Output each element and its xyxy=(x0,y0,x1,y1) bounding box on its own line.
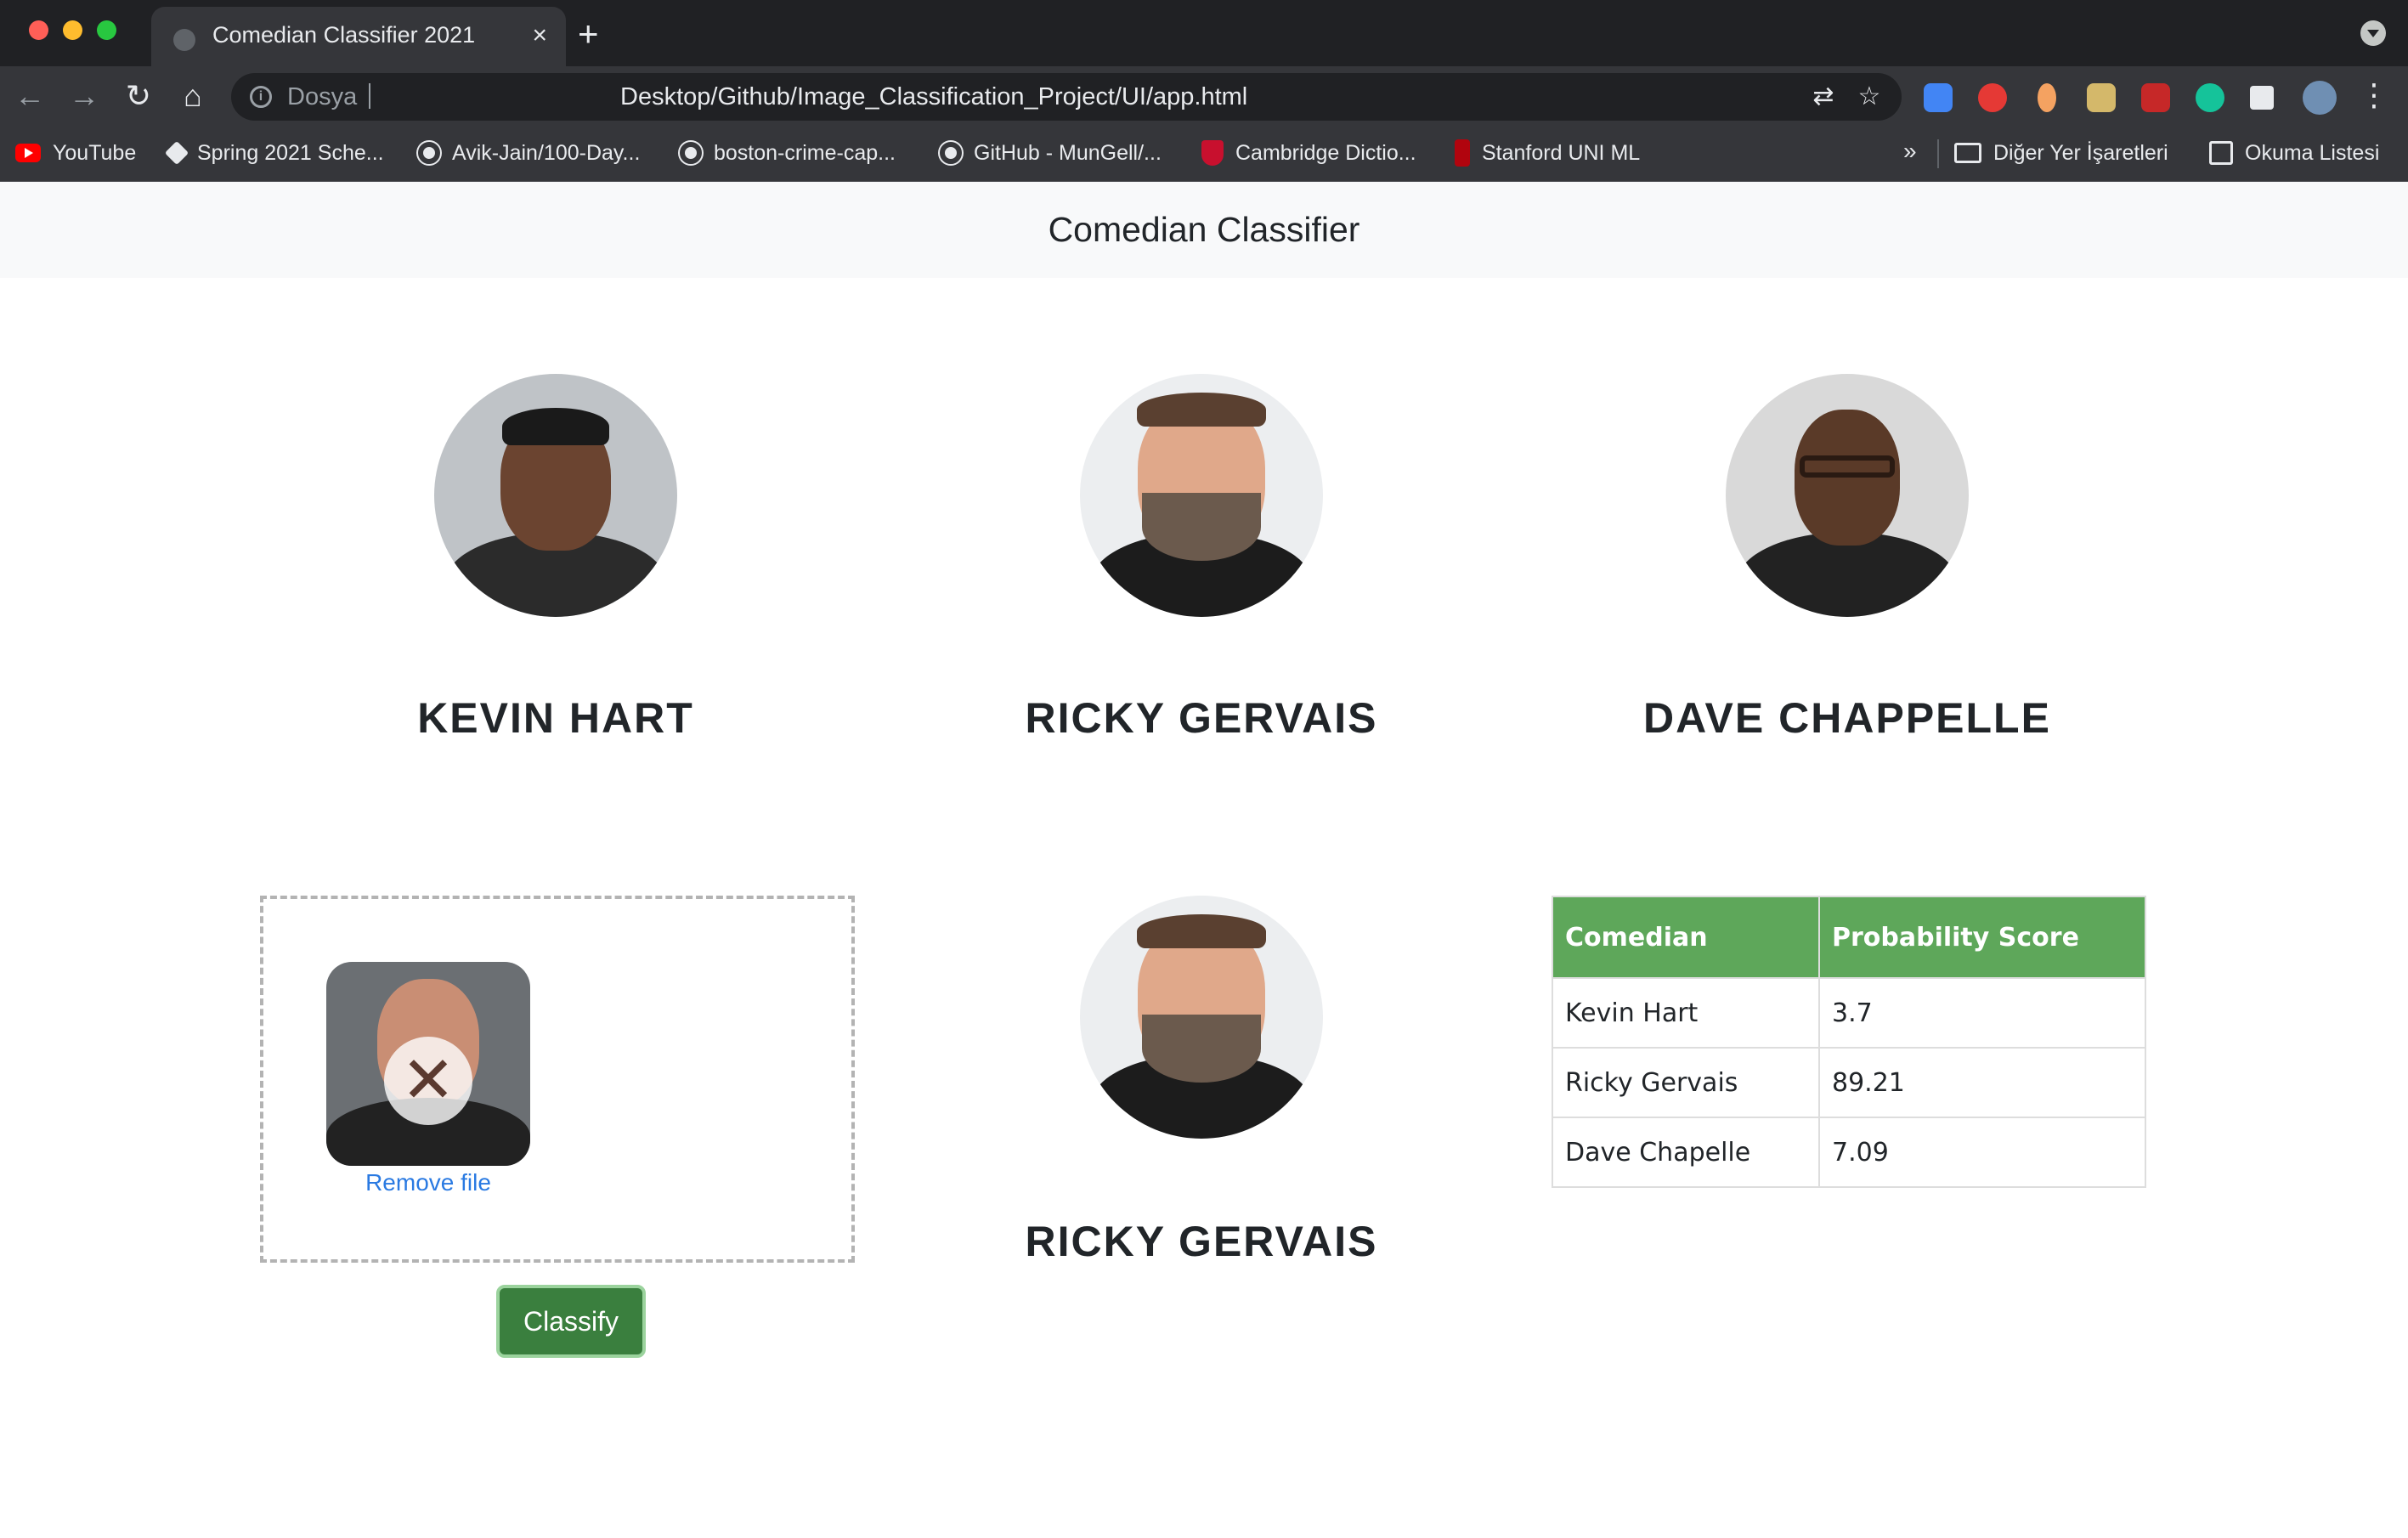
bookmarks-bar: YouTube Spring 2021 Sche... Avik-Jain/10… xyxy=(0,126,2408,182)
remove-file-link[interactable]: Remove file xyxy=(326,1169,530,1196)
bookmark-label: Cambridge Dictio... xyxy=(1235,140,1416,165)
pdf-extension-icon[interactable] xyxy=(2141,83,2170,112)
table-cell: 89.21 xyxy=(1818,1047,2146,1118)
address-url[interactable]: Desktop/Github/Image_Classification_Proj… xyxy=(620,83,1247,111)
column-header: Comedian xyxy=(1552,896,1820,979)
page-title: Comedian Classifier xyxy=(1048,210,1360,249)
bookmark-label: Okuma Listesi xyxy=(2245,140,2380,165)
tab-search-icon[interactable] xyxy=(2360,20,2386,46)
bookmarks-divider xyxy=(1937,139,1939,168)
bookmark-avik-jain[interactable]: Avik-Jain/100-Day... xyxy=(418,136,640,170)
address-scheme-label: Dosya xyxy=(287,83,358,110)
comedian-name: KEVIN HART xyxy=(417,694,694,742)
minimize-window-button[interactable] xyxy=(63,20,82,40)
back-arrow-icon[interactable]: ← xyxy=(10,76,49,116)
bookmark-label: Spring 2021 Sche... xyxy=(197,140,384,165)
table-cell: Ricky Gervais xyxy=(1552,1047,1820,1118)
result-card: RICKY GERVAIS xyxy=(981,896,1422,1266)
bookmark-youtube[interactable]: YouTube xyxy=(15,136,136,170)
forward-arrow-icon[interactable]: → xyxy=(65,76,104,116)
browser-titlebar: Comedian Classifier 2021 × + xyxy=(0,0,2408,66)
bookmark-label: YouTube xyxy=(53,140,137,165)
folder-icon xyxy=(1954,143,1981,163)
close-tab-icon[interactable]: × xyxy=(532,19,547,53)
bookmark-label: Stanford UNI ML xyxy=(1482,140,1641,165)
result-name: RICKY GERVAIS xyxy=(1025,1218,1378,1265)
reading-list[interactable]: Okuma Listesi xyxy=(2209,136,2379,170)
browser-tab[interactable]: Comedian Classifier 2021 × xyxy=(151,7,566,66)
bookmark-label: GitHub - MunGell/... xyxy=(974,140,1162,165)
home-icon[interactable]: ⌂ xyxy=(173,76,212,116)
more-bookmarks-icon[interactable]: » xyxy=(1903,138,1917,165)
bookmark-label: boston-crime-cap... xyxy=(714,140,896,165)
probability-table: Comedian Probability Score Kevin Hart 3.… xyxy=(1552,896,2146,1188)
adblock-extension-icon[interactable] xyxy=(1978,83,2007,112)
table-cell: 7.09 xyxy=(1818,1117,2146,1188)
address-bar[interactable]: i Dosya Desktop/Github/Image_Classificat… xyxy=(231,73,1902,121)
bookmark-label: Avik-Jain/100-Day... xyxy=(452,140,641,165)
ricky-gervais-photo xyxy=(1080,374,1323,617)
column-header: Probability Score xyxy=(1818,896,2146,979)
uploaded-image-thumbnail: ✕ xyxy=(326,962,530,1166)
comedian-card-dave-chappelle: DAVE CHAPPELLE xyxy=(1626,374,2068,743)
stanford-icon xyxy=(1455,139,1470,167)
extensions-puzzle-icon[interactable] xyxy=(2250,86,2274,110)
table-cell: Kevin Hart xyxy=(1552,977,1820,1049)
classify-button[interactable]: Classify xyxy=(496,1285,646,1358)
github-icon xyxy=(940,142,962,164)
github-icon xyxy=(418,142,440,164)
page-header: Comedian Classifier xyxy=(0,182,2408,278)
profile-avatar[interactable] xyxy=(2303,81,2337,115)
google-translate-extension-icon[interactable] xyxy=(1924,83,1953,112)
grammarly-extension-icon[interactable] xyxy=(2196,83,2224,112)
bookmark-cambridge[interactable]: Cambridge Dictio... xyxy=(1201,136,1416,170)
dave-chappelle-photo xyxy=(1726,374,1969,617)
reload-icon[interactable]: ↻ xyxy=(119,76,158,116)
text-cursor xyxy=(369,83,370,109)
table-header-row: Comedian Probability Score xyxy=(1552,896,2146,979)
bookmark-boston-crime[interactable]: boston-crime-cap... xyxy=(680,136,896,170)
browser-toolbar: ← → ↻ ⌂ i Dosya Desktop/Github/Image_Cla… xyxy=(0,66,2408,126)
other-bookmarks-folder[interactable]: Diğer Yer İşaretleri xyxy=(1954,136,2168,170)
result-photo xyxy=(1080,896,1323,1139)
translate-icon[interactable]: ⇄ xyxy=(1808,82,1839,112)
kevin-hart-photo xyxy=(434,374,677,617)
globe-icon xyxy=(173,29,195,51)
remove-file-icon[interactable]: ✕ xyxy=(384,1037,472,1125)
extension-icon[interactable] xyxy=(2038,83,2056,112)
table-cell: 3.7 xyxy=(1818,977,2146,1049)
bookmark-spring-schedule[interactable]: Spring 2021 Sche... xyxy=(164,136,384,170)
browser-menu-icon[interactable]: ⋮ xyxy=(2359,80,2389,110)
github-icon xyxy=(680,142,702,164)
bookmark-github-mungell[interactable]: GitHub - MunGell/... xyxy=(940,136,1162,170)
comedian-card-kevin-hart: KEVIN HART xyxy=(335,374,777,743)
image-extension-icon[interactable] xyxy=(2087,83,2116,112)
tab-title: Comedian Classifier 2021 xyxy=(212,22,476,48)
table-cell: Dave Chapelle xyxy=(1552,1117,1820,1188)
table-row: Dave Chapelle 7.09 xyxy=(1552,1117,2146,1188)
maximize-window-button[interactable] xyxy=(97,20,116,40)
table-row: Ricky Gervais 89.21 xyxy=(1552,1047,2146,1118)
close-window-button[interactable] xyxy=(29,20,48,40)
star-icon[interactable]: ☆ xyxy=(1854,82,1885,112)
comedian-card-ricky-gervais: RICKY GERVAIS xyxy=(981,374,1422,743)
comedian-name: RICKY GERVAIS xyxy=(1025,694,1378,742)
youtube-icon xyxy=(15,144,41,162)
cambridge-icon xyxy=(1201,140,1224,166)
new-tab-button[interactable]: + xyxy=(578,12,599,56)
table-row: Kevin Hart 3.7 xyxy=(1552,977,2146,1049)
bookmark-stanford[interactable]: Stanford UNI ML xyxy=(1455,136,1640,170)
page-icon xyxy=(164,140,189,166)
info-icon[interactable]: i xyxy=(250,86,272,108)
image-dropzone[interactable]: ✕ Remove file xyxy=(260,896,855,1263)
reading-list-icon xyxy=(2209,141,2233,165)
comedian-name: DAVE CHAPPELLE xyxy=(1643,694,2051,742)
bookmark-label: Diğer Yer İşaretleri xyxy=(1993,140,2168,165)
